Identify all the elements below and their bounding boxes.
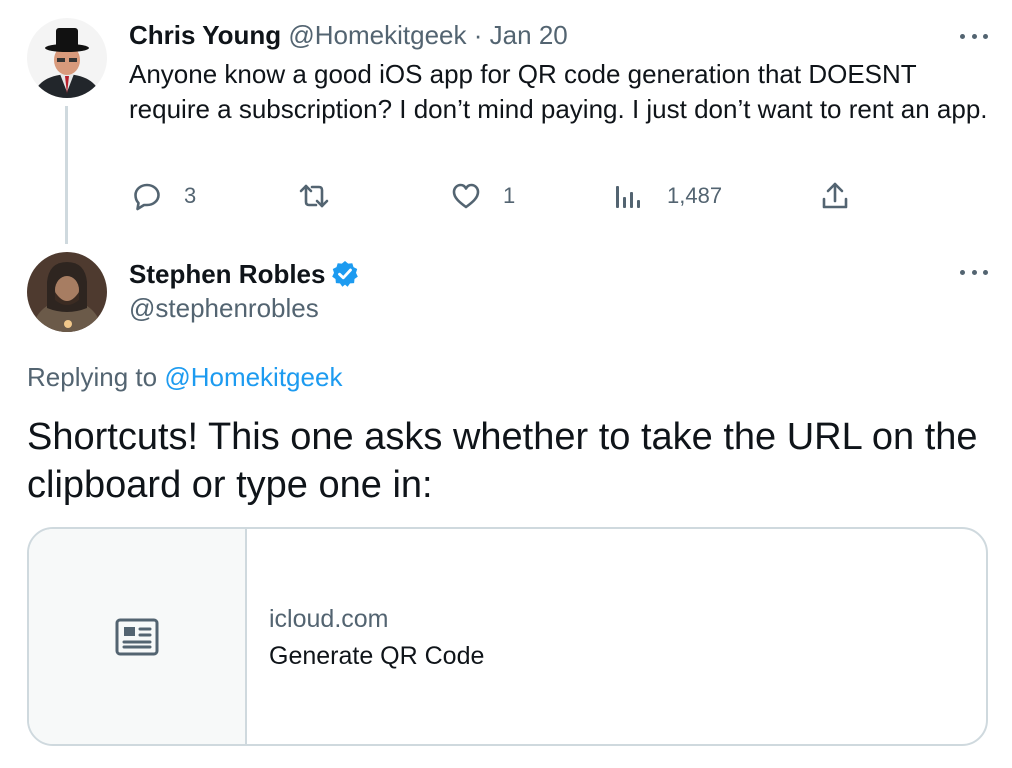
more-horizontal-icon-dot bbox=[960, 269, 965, 275]
card-domain: icloud.com bbox=[269, 605, 389, 633]
avatar-chris-young[interactable] bbox=[27, 18, 107, 98]
views-chart-icon bbox=[616, 186, 640, 208]
retweet-button[interactable] bbox=[298, 180, 352, 212]
article-icon bbox=[115, 618, 159, 655]
tweet-text: Anyone know a good iOS app for QR code g… bbox=[129, 59, 988, 124]
avatar-stephen-robles[interactable] bbox=[27, 252, 107, 332]
reply-count: 3 bbox=[184, 183, 197, 208]
more-options-button[interactable] bbox=[960, 26, 988, 46]
verified-badge-icon[interactable] bbox=[331, 260, 359, 288]
views-count: 1,487 bbox=[667, 183, 723, 208]
thread-connector-line bbox=[65, 106, 68, 244]
like-button[interactable]: 1 bbox=[451, 180, 515, 212]
share-button[interactable] bbox=[820, 180, 850, 212]
like-count: 1 bbox=[503, 183, 516, 208]
author-handle[interactable]: @stephenrobles bbox=[129, 291, 319, 325]
more-horizontal-icon-dot bbox=[971, 269, 977, 275]
more-horizontal-icon-dot bbox=[983, 33, 988, 39]
heart-icon bbox=[452, 183, 480, 209]
link-preview-card[interactable]: icloud.com Generate QR Code bbox=[27, 527, 988, 746]
tweet1-header: Chris Young @Homekitgeek · Jan 20 bbox=[129, 18, 568, 52]
more-horizontal-icon-dot bbox=[960, 33, 965, 39]
share-icon bbox=[822, 182, 848, 209]
tweet-date[interactable]: Jan 20 bbox=[490, 20, 568, 50]
replying-to-label: Replying to bbox=[27, 362, 158, 392]
more-horizontal-icon-dot bbox=[971, 33, 977, 39]
replying-to-mention-link[interactable]: @Homekitgeek bbox=[164, 362, 342, 392]
author-name[interactable]: Chris Young bbox=[129, 20, 281, 50]
author-handle[interactable]: @Homekitgeek bbox=[288, 20, 466, 50]
retweet-icon bbox=[299, 184, 329, 208]
reply-button[interactable]: 3 bbox=[132, 180, 196, 212]
author-name[interactable]: Stephen Robles bbox=[129, 257, 325, 291]
tweet-text: Shortcuts! This one asks whether to take… bbox=[27, 416, 978, 506]
more-options-button[interactable] bbox=[960, 262, 988, 282]
reply-author-name-row: Stephen Robles bbox=[129, 257, 359, 291]
card-text-area: icloud.com Generate QR Code bbox=[247, 529, 484, 744]
replying-to-line: Replying to @Homekitgeek bbox=[27, 360, 342, 394]
tweet-action-bar: 3 1 1,487 bbox=[0, 180, 1012, 212]
more-horizontal-icon-dot bbox=[983, 269, 988, 275]
views-button[interactable]: 1,487 bbox=[615, 180, 722, 212]
header-separator: · bbox=[473, 20, 483, 50]
card-title: Generate QR Code bbox=[269, 642, 485, 670]
reply-icon bbox=[134, 183, 160, 211]
card-media-area bbox=[29, 529, 247, 744]
